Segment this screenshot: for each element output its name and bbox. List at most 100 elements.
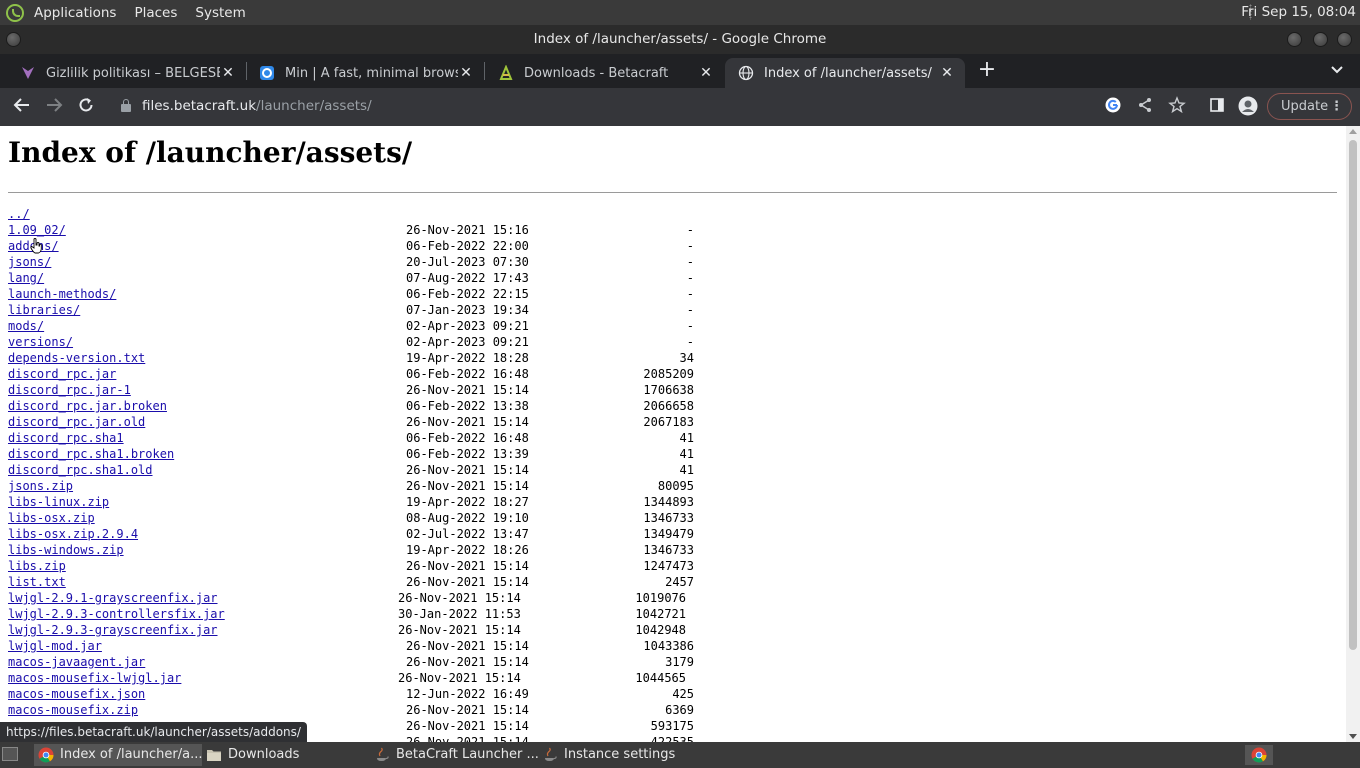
mint-menu-icon[interactable] bbox=[6, 3, 24, 22]
listing-row: libs-linux.zip 19-Apr-2022 18:27 1344893 bbox=[8, 494, 694, 510]
entry-link[interactable]: discord_rpc.jar.old bbox=[8, 415, 145, 429]
taskbar-item-chrome[interactable]: Index of /launcher/a... bbox=[34, 744, 202, 766]
share-icon[interactable] bbox=[1134, 96, 1156, 118]
entry-link[interactable]: libs.zip bbox=[8, 559, 66, 573]
tab-betacraft-downloads[interactable]: Downloads - Betacraft ✕ bbox=[484, 58, 724, 88]
entry-size: - bbox=[686, 287, 694, 301]
tab-index-assets[interactable]: Index of /launcher/assets/ ✕ bbox=[725, 58, 965, 88]
entry-link[interactable]: macos-javaagent.jar bbox=[8, 655, 145, 669]
entry-size: 1043386 bbox=[643, 639, 694, 653]
close-icon[interactable]: ✕ bbox=[698, 65, 714, 81]
close-icon[interactable]: ✕ bbox=[458, 65, 474, 81]
window-titlebar[interactable]: Index of /launcher/assets/ - Google Chro… bbox=[0, 25, 1360, 54]
entry-link[interactable]: lang/ bbox=[8, 271, 44, 285]
window-menu-button[interactable] bbox=[6, 32, 21, 47]
taskbar-item-betacraft-launcher[interactable]: BetaCraft Launcher ... bbox=[370, 744, 538, 766]
clock[interactable]: Fri Sep 15, 08:04 bbox=[1241, 4, 1356, 20]
entry-link[interactable]: lwjgl-mod.jar bbox=[8, 639, 102, 653]
menu-system[interactable]: System bbox=[195, 5, 245, 21]
entry-link[interactable]: discord_rpc.jar bbox=[8, 367, 116, 381]
entry-link[interactable]: lwjgl-2.9.3-controllersfix.jar bbox=[8, 607, 225, 621]
minimize-button[interactable] bbox=[1287, 32, 1302, 47]
listing-row: depends-version.txt 19-Apr-2022 18:28 34 bbox=[8, 350, 694, 366]
new-tab-plus-icon[interactable]: + bbox=[977, 59, 997, 81]
listing-row: lwjgl-2.9.3-controllersfix.jar 30-Jan-202… bbox=[8, 606, 686, 622]
entry-link[interactable]: discord_rpc.sha1.broken bbox=[8, 447, 174, 461]
entry-link[interactable]: list.txt bbox=[8, 575, 66, 589]
listing-row: lwjgl-2.9.3-grayscreenfix.jar 26-Nov-2021… bbox=[8, 622, 686, 638]
entry-link[interactable]: lwjgl-2.9.3-grayscreenfix.jar bbox=[8, 623, 218, 637]
scrollbar-thumb[interactable] bbox=[1349, 140, 1357, 650]
side-panel-icon[interactable] bbox=[1206, 96, 1228, 118]
tab-belgesel[interactable]: Gizlilik politikası – BELGESELS ✕ bbox=[8, 58, 246, 88]
page-content: Index of /launcher/assets/ ../1.09_02/26… bbox=[0, 126, 1346, 742]
entry-size: 1349479 bbox=[643, 527, 694, 541]
entry-link[interactable]: discord_rpc.jar-1 bbox=[8, 383, 131, 397]
tray-chrome-icon[interactable] bbox=[1245, 745, 1273, 765]
entry-link[interactable]: discord_rpc.sha1.old bbox=[8, 463, 153, 477]
java-icon bbox=[542, 747, 558, 763]
entry-size: 2085209 bbox=[643, 367, 694, 381]
entry-link[interactable]: macos-mousefix-lwjgl.jar bbox=[8, 671, 181, 685]
scroll-down-arrow-icon[interactable] bbox=[1349, 734, 1357, 739]
entry-size: 422535 bbox=[650, 735, 694, 742]
entry-date: 26-Nov-2021 15:14 bbox=[406, 703, 529, 717]
entry-link[interactable]: libs-linux.zip bbox=[8, 495, 109, 509]
close-window-button[interactable] bbox=[1337, 32, 1352, 47]
entry-link[interactable]: discord_rpc.sha1 bbox=[8, 431, 124, 445]
lock-icon[interactable] bbox=[121, 99, 131, 112]
entry-link[interactable]: libraries/ bbox=[8, 303, 80, 317]
entry-size: 34 bbox=[679, 351, 694, 365]
entry-date: 06-Feb-2022 16:48 bbox=[406, 431, 529, 445]
entry-link[interactable]: libs-osx.zip bbox=[8, 511, 95, 525]
entry-link[interactable]: libs-windows.zip bbox=[8, 543, 124, 557]
entry-link[interactable]: macos-mousefix.zip bbox=[8, 703, 138, 717]
tab-min-browser[interactable]: Min | A fast, minimal browser t ✕ bbox=[246, 58, 484, 88]
entry-link[interactable]: 1.09_02/ bbox=[8, 223, 66, 237]
entry-size: 2067183 bbox=[643, 415, 694, 429]
entry-size: - bbox=[686, 271, 694, 285]
tab-divider bbox=[484, 62, 485, 80]
show-desktop-icon[interactable] bbox=[2, 747, 18, 761]
google-lens-icon[interactable] bbox=[1102, 96, 1124, 118]
taskbar-item-label: Index of /launcher/a... bbox=[60, 747, 202, 762]
update-button[interactable]: Update ⋮ bbox=[1267, 93, 1352, 120]
entry-date: 26-Nov-2021 15:14 bbox=[406, 383, 529, 397]
listing-row: discord_rpc.sha1.broken 06-Feb-2022 13:39… bbox=[8, 446, 694, 462]
entry-link[interactable]: launch-methods/ bbox=[8, 287, 116, 301]
entry-size: 41 bbox=[679, 447, 694, 461]
bookmark-star-icon[interactable] bbox=[1166, 96, 1188, 118]
entry-link[interactable]: mods/ bbox=[8, 319, 44, 333]
menu-applications[interactable]: Applications bbox=[34, 5, 116, 21]
parent-directory-link[interactable]: ../ bbox=[8, 207, 30, 221]
reload-icon[interactable] bbox=[75, 96, 97, 118]
close-icon[interactable]: ✕ bbox=[939, 65, 955, 81]
forward-arrow-icon[interactable] bbox=[43, 96, 65, 118]
entry-link[interactable]: discord_rpc.jar.broken bbox=[8, 399, 167, 413]
back-arrow-icon[interactable] bbox=[11, 96, 33, 118]
maximize-button[interactable] bbox=[1313, 32, 1328, 47]
menu-places[interactable]: Places bbox=[134, 5, 177, 21]
tab-search-chevron-icon[interactable] bbox=[1328, 62, 1346, 80]
address-bar[interactable]: files.betacraft.uk/launcher/assets/ bbox=[142, 98, 372, 114]
listing-row: macos-mousefix.json 12-Jun-2022 16:49 425 bbox=[8, 686, 694, 702]
entry-link[interactable]: jsons/ bbox=[8, 255, 51, 269]
entry-date: 06-Feb-2022 16:48 bbox=[406, 367, 529, 381]
vertical-scrollbar[interactable] bbox=[1346, 126, 1360, 742]
entry-link[interactable]: versions/ bbox=[8, 335, 73, 349]
profile-avatar-icon[interactable] bbox=[1237, 96, 1259, 118]
taskbar-item-instance-settings[interactable]: Instance settings bbox=[538, 744, 706, 766]
entry-size: 6369 bbox=[665, 703, 694, 717]
entry-link[interactable]: macos-mousefix.json bbox=[8, 687, 145, 701]
entry-link[interactable]: libs-osx.zip.2.9.4 bbox=[8, 527, 138, 541]
entry-size: - bbox=[686, 239, 694, 253]
tab-title: Gizlilik politikası – BELGESELS bbox=[46, 65, 220, 81]
entry-link[interactable]: lwjgl-2.9.1-grayscreenfix.jar bbox=[8, 591, 218, 605]
entry-link[interactable]: jsons.zip bbox=[8, 479, 73, 493]
entry-link[interactable]: depends-version.txt bbox=[8, 351, 145, 365]
taskbar-item-downloads[interactable]: Downloads bbox=[202, 744, 370, 766]
betacraft-icon bbox=[498, 64, 514, 81]
close-icon[interactable]: ✕ bbox=[220, 65, 236, 81]
listing-row: libs-windows.zip 19-Apr-2022 18:26 1346733 bbox=[8, 542, 694, 558]
scroll-up-arrow-icon[interactable] bbox=[1349, 129, 1357, 134]
